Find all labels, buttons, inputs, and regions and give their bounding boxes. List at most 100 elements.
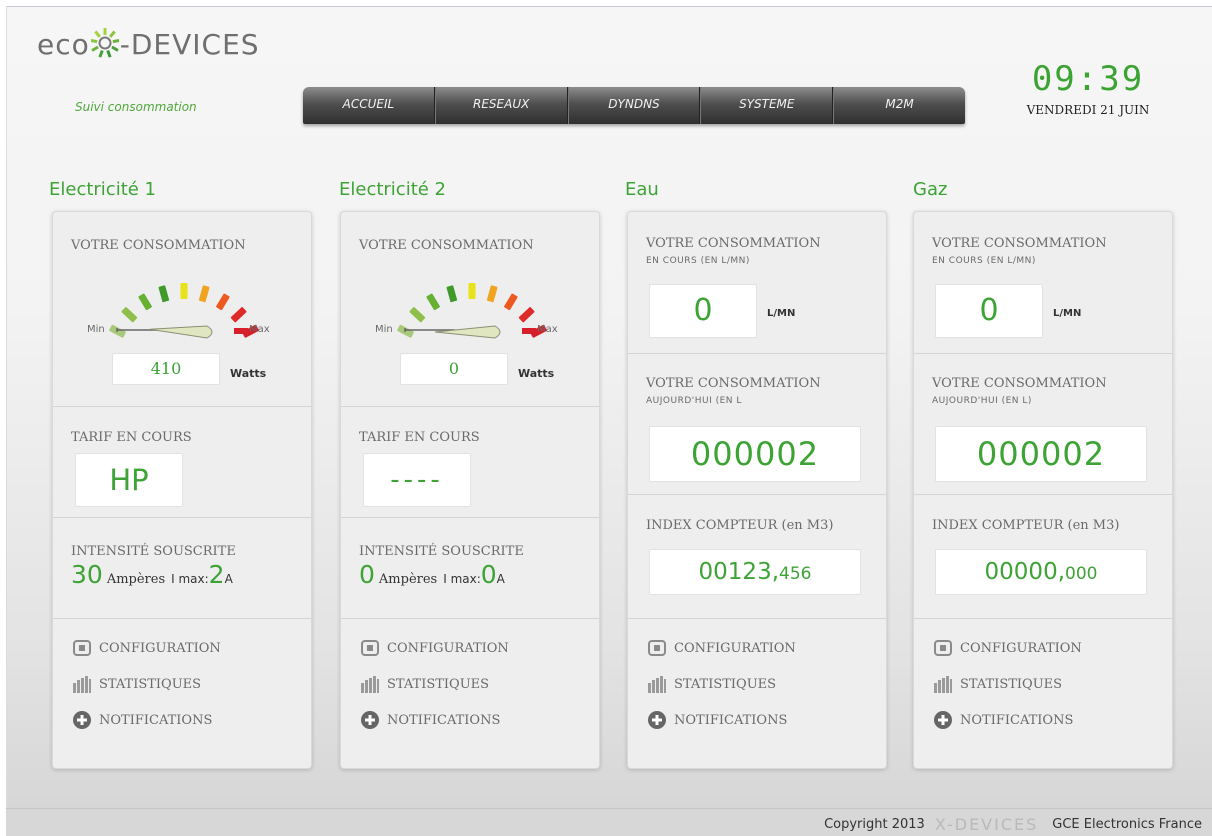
gauge-needle	[434, 325, 501, 339]
gauge-needle	[149, 325, 213, 339]
gauge-max-marker	[234, 328, 248, 334]
footer: Copyright 2013 X-DEVICES GCE Electronics…	[6, 808, 1212, 836]
intensity-unit: Ampères	[106, 572, 166, 587]
panel-electricite-2: VOTRE CONSOMMATION Min Max 0 Watts TARIF…	[340, 211, 600, 769]
company-name: GCE Electronics France	[1052, 817, 1202, 832]
bar-chart-icon	[71, 674, 93, 694]
statistiques-label: STATISTIQUES	[387, 676, 490, 692]
tagline: Suivi consommation	[75, 100, 197, 114]
gauge-max-label: Max	[249, 324, 270, 335]
notifications-link[interactable]: NOTIFICATIONS	[932, 710, 1073, 730]
consumption-label: VOTRE CONSOMMATION	[646, 236, 821, 251]
notifications-label: NOTIFICATIONS	[99, 712, 213, 728]
statistiques-label: STATISTIQUES	[674, 676, 777, 692]
today-value: 000002	[649, 426, 861, 482]
today-sublabel: AUJOURD'HUI (EN L)	[932, 396, 1032, 406]
tarif-label: TARIF EN COURS	[71, 430, 192, 445]
intensity-value: 0	[359, 560, 375, 589]
intensity-label: INTENSITÉ SOUSCRITE	[359, 544, 524, 559]
watts-value: 410	[112, 353, 220, 385]
index-label: INDEX COMPTEUR (en M3)	[646, 518, 834, 533]
panel-electricite-1: VOTRE CONSOMMATION Min Max 410 Watts TAR…	[52, 211, 312, 769]
divider	[914, 494, 1172, 495]
statistiques-label: STATISTIQUES	[960, 676, 1063, 692]
footer-brand-logo[interactable]: X-DEVICES	[935, 815, 1038, 834]
notifications-link[interactable]: NOTIFICATIONS	[359, 710, 500, 730]
gauge-segment	[121, 307, 138, 323]
index-decimal: 456	[779, 564, 812, 584]
watts-unit: Watts	[518, 367, 555, 380]
gauge-segment	[138, 293, 152, 311]
divider	[53, 517, 311, 518]
notifications-label: NOTIFICATIONS	[387, 712, 501, 728]
configuration-link[interactable]: CONFIGURATION	[932, 638, 1082, 658]
title-gaz: Gaz	[913, 179, 948, 200]
nav-systeme[interactable]: SYSTEME	[700, 87, 834, 124]
nav-dyndns[interactable]: DYNDNS	[567, 87, 701, 124]
clock-date: VENDREDI 21 JUIN	[1026, 103, 1150, 117]
copyright-text: Copyright 2013	[824, 817, 925, 832]
configuration-label: CONFIGURATION	[387, 640, 509, 656]
tarif-value: HP	[75, 453, 183, 507]
gauge-segment	[446, 285, 458, 303]
gauge-max-marker	[522, 328, 536, 334]
logo-prefix: eco	[37, 27, 90, 61]
configuration-link[interactable]: CONFIGURATION	[646, 638, 796, 658]
index-value: 00123,456	[649, 549, 861, 595]
notifications-link[interactable]: NOTIFICATIONS	[71, 710, 212, 730]
gauge-segment	[230, 307, 247, 323]
today-label: VOTRE CONSOMMATION	[932, 376, 1107, 391]
current-sublabel: EN COURS (EN L/MN)	[646, 256, 750, 266]
plus-circle-icon	[359, 710, 381, 730]
nav-reseaux[interactable]: RESEAUX	[434, 87, 568, 124]
statistiques-link[interactable]: STATISTIQUES	[646, 674, 776, 694]
nav-accueil[interactable]: ACCUEIL	[303, 87, 435, 124]
statistiques-link[interactable]: STATISTIQUES	[932, 674, 1062, 694]
current-flow-value: 0	[649, 284, 757, 338]
logo[interactable]: eco -DEVICES	[37, 27, 260, 61]
configuration-icon	[646, 638, 668, 658]
imax-label: I max:	[443, 572, 481, 586]
panel-gaz: VOTRE CONSOMMATION EN COURS (EN L/MN) 0 …	[913, 211, 1173, 769]
current-flow-value: 0	[935, 284, 1043, 338]
intensity-value: 30	[71, 560, 103, 589]
index-value: 00000,000	[935, 549, 1147, 595]
gauge-min-label: Min	[375, 324, 393, 335]
imax-unit: A	[224, 572, 233, 586]
tarif-value: ----	[363, 453, 471, 507]
tarif-label: TARIF EN COURS	[359, 430, 480, 445]
divider	[628, 618, 886, 619]
gauge-segment	[486, 285, 498, 303]
imax-value: 2	[208, 560, 225, 589]
today-value: 000002	[935, 426, 1147, 482]
title-eau: Eau	[625, 179, 659, 200]
watts-value: 0	[400, 353, 508, 385]
plus-circle-icon	[71, 710, 93, 730]
statistiques-link[interactable]: STATISTIQUES	[71, 674, 201, 694]
divider	[341, 406, 599, 407]
title-elec1: Electricité 1	[49, 179, 157, 200]
panel-eau: VOTRE CONSOMMATION EN COURS (EN L/MN) 0 …	[627, 211, 887, 769]
current-flow-unit: L/MN	[1053, 308, 1082, 319]
index-decimal: 000	[1065, 564, 1098, 584]
consumption-label: VOTRE CONSOMMATION	[359, 238, 534, 253]
intensity-label: INTENSITÉ SOUSCRITE	[71, 544, 236, 559]
clock: 09:39 VENDREDI 21 JUIN	[1008, 59, 1168, 117]
configuration-label: CONFIGURATION	[674, 640, 796, 656]
configuration-link[interactable]: CONFIGURATION	[71, 638, 221, 658]
current-sublabel: EN COURS (EN L/MN)	[932, 256, 1036, 266]
gauge-segment	[198, 285, 210, 303]
notifications-link[interactable]: NOTIFICATIONS	[646, 710, 787, 730]
nav-m2m[interactable]: M2M	[833, 87, 965, 124]
configuration-label: CONFIGURATION	[960, 640, 1082, 656]
statistiques-link[interactable]: STATISTIQUES	[359, 674, 489, 694]
configuration-icon	[71, 638, 93, 658]
gauge-segment	[504, 293, 518, 311]
bar-chart-icon	[932, 674, 954, 694]
gauge-max-label: Max	[537, 324, 558, 335]
configuration-link[interactable]: CONFIGURATION	[359, 638, 509, 658]
imax-label: I max:	[171, 572, 209, 586]
main-nav: ACCUEIL RESEAUX DYNDNS SYSTEME M2M	[303, 87, 965, 124]
bar-chart-icon	[646, 674, 668, 694]
consumption-label: VOTRE CONSOMMATION	[71, 238, 246, 253]
